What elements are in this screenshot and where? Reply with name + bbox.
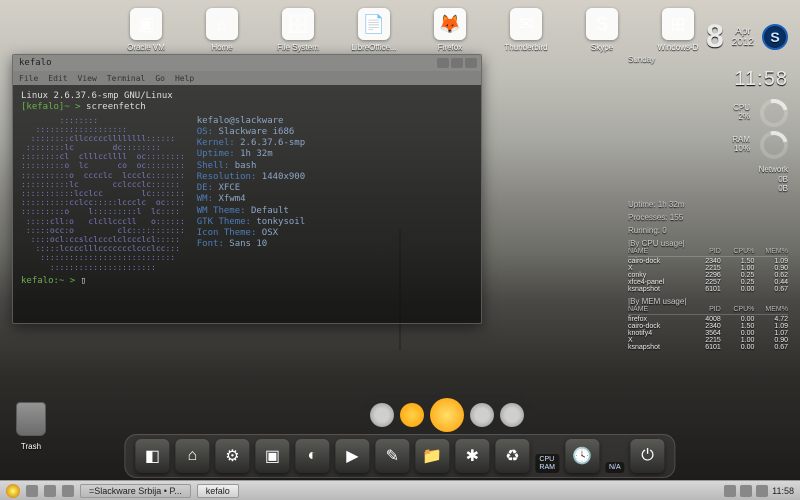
dock-item[interactable]: ✎ (375, 439, 409, 473)
weather-widget (360, 394, 534, 436)
terminal-title: kefalo (19, 58, 52, 68)
menu-terminal[interactable]: Terminal (107, 74, 146, 83)
date-day: 8 (706, 18, 724, 55)
tray-icon[interactable] (724, 485, 736, 497)
dock-na: N/A (605, 462, 625, 473)
desktop-icon-home[interactable]: ⌂Home (196, 8, 248, 52)
desktop-icon-skype[interactable]: SSkype (576, 8, 628, 52)
weather-icon (430, 398, 464, 432)
desktop-icon-thunderbird[interactable]: ✉Thunderbird (500, 8, 552, 52)
tray-icon[interactable] (756, 485, 768, 497)
desktop-icon-libreoffice-[interactable]: 📄LibreOffice... (348, 8, 400, 52)
dock-item[interactable]: ▣ (255, 439, 289, 473)
terminal-prompt: kefalo:~ > (21, 276, 75, 286)
dock-clock-icon[interactable]: 🕓 (565, 439, 599, 473)
tray-icon[interactable] (740, 485, 752, 497)
dock[interactable]: ◧⌂⚙▣◐▶✎📁✱♻ CPURAM 🕓 N/A ⏻ (124, 434, 675, 478)
date-year: 2012 (732, 37, 754, 48)
tray-icon[interactable] (62, 485, 74, 497)
taskbar[interactable]: =Slackware Srbija • P... kefalo 11:58 (0, 480, 800, 500)
process-row: ksnapshot61010.000.67 (628, 344, 788, 351)
terminal-prompt: [kefalo]~ > (21, 102, 81, 112)
weather-icon (400, 403, 424, 427)
process-row: X22151.000.90 (628, 337, 788, 344)
taskbar-clock: 11:58 (772, 486, 794, 496)
tray-icon[interactable] (44, 485, 56, 497)
sysinfo-block: kefalo@slackwareOS: Slackware i686Kernel… (197, 116, 305, 272)
process-row: firefox40080.004.72 (628, 316, 788, 323)
dock-monitor: CPURAM (535, 454, 559, 473)
process-row: cairo-dock23401.501.09 (628, 258, 788, 265)
desktop-icon-firefox[interactable]: 🦊Firefox (424, 8, 476, 52)
app-icon: ✉ (510, 8, 542, 40)
process-row: conky22960.250.62 (628, 272, 788, 279)
process-row: xfce4-panel22570.250.44 (628, 279, 788, 286)
dock-item[interactable]: ♻ (495, 439, 529, 473)
clock-time: 11:58 (628, 68, 788, 91)
taskbar-button[interactable]: kefalo (197, 484, 239, 498)
terminal-window[interactable]: kefalo File Edit View Terminal Go Help Linux … (12, 54, 482, 324)
date-month: Apr (732, 26, 754, 37)
process-row: X22151.000.90 (628, 265, 788, 272)
window-controls[interactable] (437, 58, 477, 68)
app-icon: 📄 (358, 8, 390, 40)
weather-icon (370, 403, 394, 427)
weather-icon (470, 403, 494, 427)
terminal-line: Linux 2.6.37.6-smp GNU/Linux (21, 91, 473, 102)
terminal-menubar[interactable]: File Edit View Terminal Go Help (13, 71, 481, 85)
desktop-icon-file-system[interactable]: 🗄File System (272, 8, 324, 52)
taskbar-button[interactable]: =Slackware Srbija • P... (80, 484, 191, 498)
conky-widget: 8 Apr2012 S Sunday 11:58 CPU2% RAM10% Ne… (628, 18, 788, 351)
terminal-titlebar[interactable]: kefalo (13, 55, 481, 71)
terminal-command: screenfetch (86, 102, 146, 112)
menu-view[interactable]: View (78, 74, 97, 83)
dock-item[interactable]: ✱ (455, 439, 489, 473)
trash-icon[interactable]: Trash (16, 402, 46, 454)
app-icon: S (586, 8, 618, 40)
app-icon: 🗄 (282, 8, 314, 40)
process-row: knotify435640.001.07 (628, 330, 788, 337)
ram-arc-icon (755, 126, 793, 164)
menu-file[interactable]: File (19, 74, 38, 83)
cursor: ▯ (81, 276, 86, 286)
dock-item[interactable]: ◐ (295, 439, 329, 473)
app-icon: 🦊 (434, 8, 466, 40)
tray-icon[interactable] (26, 485, 38, 497)
slackware-logo-icon: S (762, 24, 788, 50)
desktop-icon-oracle-vm[interactable]: ▣Oracle VM (120, 8, 172, 52)
start-button-icon[interactable] (6, 484, 20, 498)
menu-go[interactable]: Go (155, 74, 165, 83)
menu-help[interactable]: Help (175, 74, 194, 83)
cpu-arc-icon (755, 94, 793, 132)
menu-edit[interactable]: Edit (48, 74, 67, 83)
dock-power-icon[interactable]: ⏻ (631, 439, 665, 473)
weather-icon (500, 403, 524, 427)
date-weekday: Sunday (628, 55, 788, 64)
dock-item[interactable]: ⚙ (215, 439, 249, 473)
app-icon: ▣ (130, 8, 162, 40)
process-row: cairo-dock23401.501.09 (628, 323, 788, 330)
ascii-art: :::::::: ::::::::::::::::::: ::::::::cll… (21, 116, 185, 272)
dock-item[interactable]: ◧ (135, 439, 169, 473)
app-icon: ⌂ (206, 8, 238, 40)
dock-item[interactable]: ⌂ (175, 439, 209, 473)
terminal-body[interactable]: Linux 2.6.37.6-smp GNU/Linux [kefalo]~ >… (13, 85, 481, 293)
process-row: ksnapshot61010.000.67 (628, 286, 788, 293)
dock-item[interactable]: ▶ (335, 439, 369, 473)
dock-item[interactable]: 📁 (415, 439, 449, 473)
